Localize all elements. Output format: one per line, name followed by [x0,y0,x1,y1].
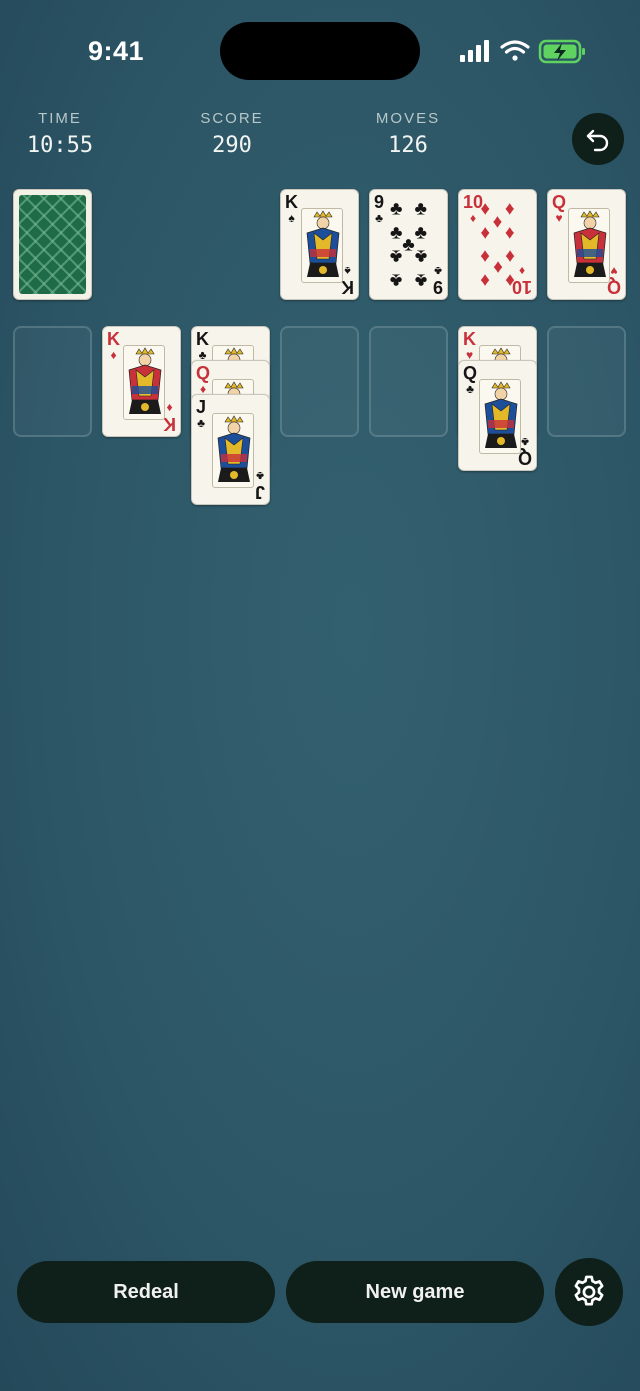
clubs-pip-icon: ♣ [390,198,403,220]
court-figure-icon [212,413,254,488]
card-rank: K [285,192,298,212]
clubs-pip-icon: ♣ [390,245,403,267]
redeal-button[interactable]: Redeal [17,1261,275,1323]
card-rank: K [107,329,120,349]
stat-time: TIME 10:55 [0,110,125,158]
card-corner-tl: K ♣ [196,330,209,361]
card-pips: ♣ ♣ ♣ ♣ ♣ ♣ ♣ ♣ ♣ [384,196,433,293]
undo-arrow-icon [586,129,609,152]
clubs-pip-icon: ♣ [414,245,427,267]
stat-moves-label: MOVES [375,110,441,127]
court-figure-icon [479,379,521,454]
undo-button[interactable] [572,113,624,165]
card-rank: K [196,329,209,349]
card-rank: K [341,277,354,297]
card-corner-tl: K ♦ [107,330,120,361]
foundation-card-2[interactable]: 9 ♣ 9 ♣ ♣ ♣ ♣ ♣ ♣ ♣ ♣ ♣ ♣ [369,189,448,300]
clubs-pip-icon: ♣ [402,234,415,255]
diamonds-pip-icon: ♦ [504,198,515,220]
battery-charging-icon [538,39,585,64]
clubs-pip-icon: ♣ [414,269,427,291]
card-rank: K [163,414,176,434]
court-figure-art [573,210,607,277]
court-figure-art [128,347,162,414]
card-corner-tl: Q ♥ [552,193,566,224]
empty-tableau-slot-4[interactable] [280,326,359,437]
stat-moves: MOVES 126 [343,110,473,158]
card-corner-tl: 9 ♣ [374,193,384,224]
card-rank: Q [196,363,211,383]
card-pips: ♦ ♦ ♦ ♦ ♦ ♦ ♦ ♦ ♦ ♦ [473,196,522,293]
card-suit-icon: ♣ [375,211,383,225]
clubs-pip-icon: ♣ [414,222,427,244]
card-suit-icon: ♣ [256,469,264,483]
status-icons [460,39,585,64]
card-corner-br: 9 ♣ [432,264,443,297]
tableau-card-col3-3[interactable]: J ♣ J ♣ [191,394,270,505]
card-suit-icon: ♣ [197,416,205,430]
stat-moves-value: 126 [388,133,428,158]
card-suit-icon: ♣ [466,382,474,396]
wifi-icon [500,40,530,61]
stock-pile[interactable] [13,189,92,300]
diamonds-pip-icon: ♦ [492,256,503,278]
diamonds-pip-icon: ♦ [480,222,491,244]
diamonds-pip-icon: ♦ [504,245,515,267]
stat-score-label: SCORE [200,110,264,127]
diamonds-pip-icon: ♦ [480,245,491,267]
court-figure-icon [568,208,610,283]
stat-time-value: 10:55 [26,133,94,158]
court-figure-art [484,381,518,448]
card-rank: J [196,397,207,417]
diamonds-pip-icon: ♦ [480,269,491,291]
diamonds-pip-icon: ♦ [492,211,503,233]
card-rank: Q [552,192,567,212]
diamonds-pip-icon: ♦ [480,198,491,220]
court-figure-icon [301,208,343,283]
new-game-button[interactable]: New game [286,1261,544,1323]
diamonds-pip-icon: ♦ [504,269,515,291]
foundation-card-3[interactable]: 10 ♦ 10 ♦ ♦ ♦ ♦ ♦ ♦ ♦ ♦ ♦ ♦ ♦ [458,189,537,300]
stat-time-label: TIME [38,110,82,127]
clubs-pip-icon: ♣ [390,222,403,244]
settings-button[interactable] [555,1258,623,1326]
card-back-pattern [19,195,86,294]
stat-score: SCORE 290 [167,110,297,158]
card-corner-br: J ♣ [254,469,265,502]
signal-icon [460,40,489,62]
foundation-card-1[interactable]: K ♠ K ♠ [280,189,359,300]
empty-tableau-slot-7[interactable] [547,326,626,437]
card-corner-tl: K ♥ [463,330,476,361]
card-corner-tl: J ♣ [196,398,206,429]
gear-icon [574,1275,604,1306]
card-corner-tl: Q ♣ [463,364,477,395]
empty-tableau-slot-1[interactable] [13,326,92,437]
card-rank: K [463,329,476,349]
court-figure-icon [123,345,165,420]
diamonds-pip-icon: ♦ [504,222,515,244]
card-rank: 9 [374,192,385,212]
tableau-card-col2-1[interactable]: K ♦ K ♦ [102,326,181,437]
card-rank: J [254,482,265,502]
court-figure-art [217,415,251,482]
tableau-card-col6-2[interactable]: Q ♣ Q ♣ [458,360,537,471]
card-corner-tl: K ♠ [285,193,298,224]
status-time: 9:41 [88,36,145,66]
card-suit-icon: ♠ [288,211,295,225]
court-figure-art [306,210,340,277]
empty-tableau-slot-5[interactable] [369,326,448,437]
card-corner-tl: Q ♦ [196,364,210,395]
card-suit-icon: ♥ [555,211,563,225]
foundation-card-4[interactable]: Q ♥ Q ♥ [547,189,626,300]
dynamic-island [220,22,420,80]
clubs-pip-icon: ♣ [414,198,427,220]
clubs-pip-icon: ♣ [390,269,403,291]
stat-score-value: 290 [212,133,252,158]
card-rank: Q [463,363,478,383]
card-rank: 9 [432,277,443,297]
card-suit-icon: ♦ [110,348,117,362]
card-suit-icon: ♣ [434,264,442,278]
